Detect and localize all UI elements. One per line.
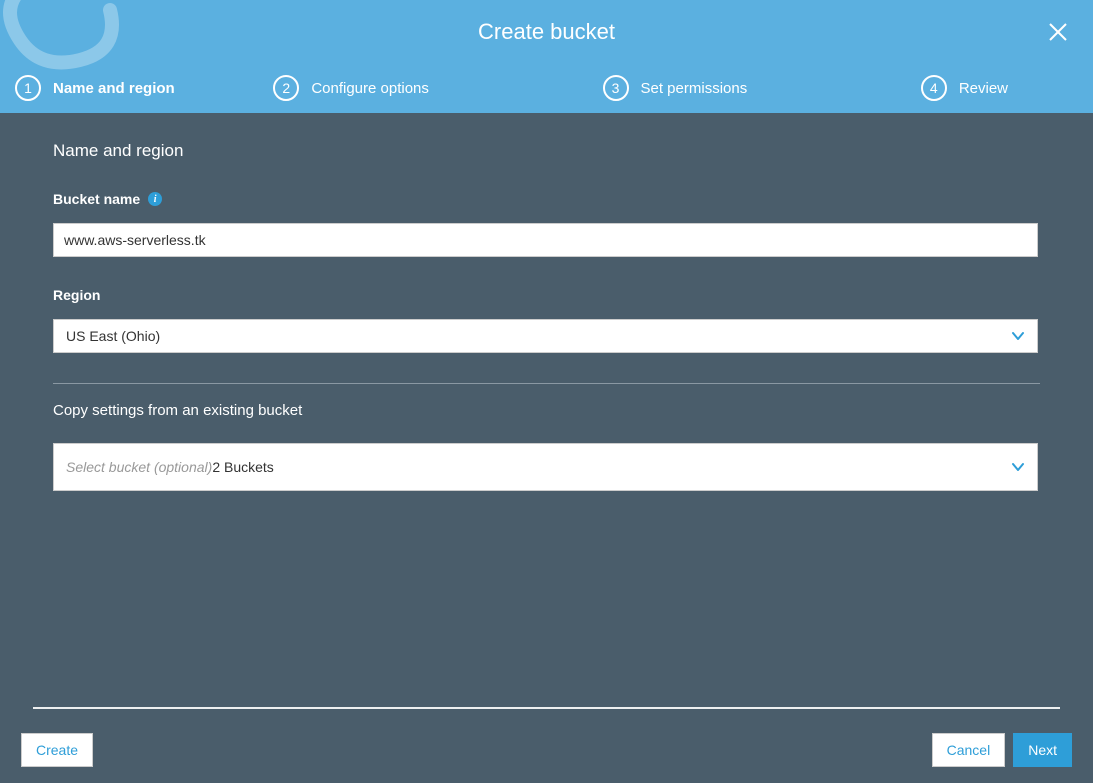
step-number: 3 [603,75,629,101]
step-review[interactable]: 4 Review [921,75,1008,101]
section-divider [53,383,1040,384]
region-field: Region US East (Ohio) [53,287,1040,353]
close-button[interactable] [1048,22,1068,42]
footer-buttons: Create Cancel Next [21,733,1072,767]
dialog-header: Create bucket [0,0,1093,63]
step-configure-options[interactable]: 2 Configure options [273,75,429,101]
label-text: Region [53,287,100,303]
copy-settings-title: Copy settings from an existing bucket [53,402,1040,419]
region-select[interactable]: US East (Ohio) [53,319,1038,353]
chevron-down-icon [1011,329,1025,343]
copy-settings-select[interactable]: Select bucket (optional)2 Buckets [53,443,1038,491]
step-number: 1 [15,75,41,101]
step-number: 2 [273,75,299,101]
step-number: 4 [921,75,947,101]
step-label: Review [959,80,1008,97]
dialog-footer: Create Cancel Next [21,707,1072,767]
label-text: Bucket name [53,191,140,207]
info-icon[interactable]: i [148,192,162,206]
step-label: Set permissions [641,80,748,97]
region-label: Region [53,287,1040,303]
step-name-and-region[interactable]: 1 Name and region [15,75,175,101]
chevron-down-icon [1011,460,1025,474]
footer-divider [33,707,1060,709]
create-button[interactable]: Create [21,733,93,767]
region-value: US East (Ohio) [66,328,160,344]
select-placeholder: Select bucket (optional) [66,459,212,475]
section-title: Name and region [53,141,1040,161]
bucket-name-label: Bucket name i [53,191,1040,207]
step-set-permissions[interactable]: 3 Set permissions [603,75,748,101]
next-button[interactable]: Next [1013,733,1072,767]
cancel-button[interactable]: Cancel [932,733,1006,767]
bucket-name-field: Bucket name i [53,191,1040,257]
step-label: Name and region [53,80,175,97]
close-icon [1048,22,1068,42]
bucket-name-input[interactable] [53,223,1038,257]
bucket-count: 2 Buckets [212,459,273,475]
dialog-title: Create bucket [478,19,615,45]
header-decoration [0,0,140,63]
form-content: Name and region Bucket name i Region US … [0,113,1093,491]
steps-bar: 1 Name and region 2 Configure options 3 … [0,63,1093,113]
step-label: Configure options [311,80,429,97]
